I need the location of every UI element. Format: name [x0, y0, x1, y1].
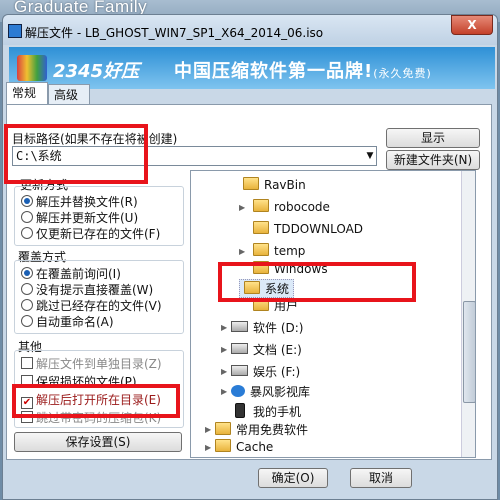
- tree-item[interactable]: Cache: [215, 439, 273, 454]
- update-option-label: 解压并更新文件(U): [36, 211, 139, 225]
- cancel-button[interactable]: 取消: [350, 468, 412, 488]
- radio-icon: [21, 283, 33, 295]
- overwrite-option[interactable]: 自动重命名(A): [21, 313, 114, 330]
- tree-item-label: 娱乐 (F:): [253, 365, 301, 379]
- overwrite-option-label: 在覆盖前询问(I): [36, 267, 121, 281]
- expand-arrow-icon[interactable]: ▶: [239, 203, 247, 212]
- tree-item[interactable]: 娱乐 (F:): [231, 363, 300, 380]
- chevron-down-icon[interactable]: ▼: [364, 146, 376, 166]
- folder-icon: [215, 439, 231, 452]
- tree-item[interactable]: 文档 (E:): [231, 341, 302, 358]
- tab-general[interactable]: 常规: [6, 82, 48, 105]
- radio-icon: [21, 315, 33, 327]
- ok-button[interactable]: 确定(O): [258, 468, 328, 488]
- expand-arrow-icon[interactable]: ▶: [205, 425, 213, 434]
- archive-logo-icon: [17, 55, 47, 81]
- new-folder-button[interactable]: 新建文件夹(N): [386, 150, 480, 170]
- drive-icon: [231, 365, 248, 376]
- overwrite-option[interactable]: 没有提示直接覆盖(W): [21, 281, 153, 298]
- tree-item[interactable]: 我的手机: [235, 403, 301, 420]
- brand-logo-text: 2345好压: [53, 61, 140, 82]
- tree-scrollbar[interactable]: [461, 171, 475, 457]
- tree-item[interactable]: RavBin: [243, 177, 306, 192]
- folder-icon: [253, 243, 269, 256]
- title-bar: 解压文件 - LB_GHOST_WIN7_SP1_X64_2014_06.iso…: [3, 15, 497, 45]
- drive-icon: [231, 343, 248, 354]
- tree-item[interactable]: robocode: [253, 199, 330, 214]
- overwrite-option[interactable]: 跳过已经存在的文件(V): [21, 297, 162, 314]
- slogan-text: 中国压缩软件第一品牌!: [174, 61, 374, 82]
- tree-item[interactable]: 软件 (D:): [231, 319, 303, 336]
- tab-advanced[interactable]: 高级: [48, 84, 90, 105]
- slogan-note: (永久免费): [373, 67, 432, 80]
- tree-item-label: 我的手机: [253, 405, 302, 419]
- highlight-box-option: [12, 384, 180, 418]
- expand-arrow-icon[interactable]: ▶: [221, 387, 229, 396]
- radio-icon: [21, 211, 33, 223]
- misc-option-separate-folder[interactable]: 解压文件到单独目录(Z): [21, 355, 162, 372]
- overwrite-option-label: 跳过已经存在的文件(V): [36, 299, 162, 313]
- tree-item[interactable]: TDDOWNLOAD: [253, 221, 363, 236]
- expand-arrow-icon[interactable]: ▶: [239, 247, 247, 256]
- tree-item-label: 软件 (D:): [253, 321, 304, 335]
- phone-icon: [235, 403, 245, 418]
- highlight-box-path: [4, 124, 148, 184]
- video-library-icon: [231, 385, 245, 397]
- update-option-label: 解压并替换文件(R): [36, 195, 138, 209]
- expand-arrow-icon[interactable]: ▶: [205, 443, 213, 452]
- radio-icon: [21, 227, 33, 239]
- radio-icon: [21, 299, 33, 311]
- overwrite-option-label: 自动重命名(A): [36, 315, 114, 329]
- update-option[interactable]: 解压并更新文件(U): [21, 209, 138, 226]
- tree-item-label: robocode: [274, 200, 330, 214]
- radio-icon: [21, 267, 33, 279]
- show-button[interactable]: 显示: [386, 128, 480, 148]
- tree-item-label: TDDOWNLOAD: [274, 222, 364, 236]
- update-option[interactable]: 解压并替换文件(R): [21, 193, 138, 210]
- brand-slogan: 中国压缩软件第一品牌!(永久免费): [174, 57, 432, 83]
- checkbox-icon: [21, 357, 33, 369]
- close-button[interactable]: X: [451, 15, 493, 35]
- brand-banner: 2345好压 中国压缩软件第一品牌!(永久免费): [9, 47, 495, 89]
- folder-icon: [243, 177, 259, 190]
- tree-item-label: 暴风影视库: [250, 385, 311, 399]
- tree-item[interactable]: temp: [253, 243, 305, 258]
- tree-item[interactable]: 常用免费软件: [215, 421, 308, 438]
- radio-icon: [21, 195, 33, 207]
- drive-icon: [231, 321, 248, 332]
- misc-option-label: 解压文件到单独目录(Z): [36, 357, 162, 371]
- folder-icon: [253, 199, 269, 212]
- expand-arrow-icon[interactable]: ▶: [221, 323, 229, 332]
- tree-item-label: RavBin: [264, 178, 306, 192]
- expand-arrow-icon[interactable]: ▶: [221, 345, 229, 354]
- overwrite-mode-group: 在覆盖前询问(I) 没有提示直接覆盖(W) 跳过已经存在的文件(V) 自动重命名…: [14, 260, 184, 334]
- update-option-label: 仅更新已存在的文件(F): [36, 227, 161, 241]
- folder-tree[interactable]: RavBin ▶ robocode TDDOWNLOAD ▶ temp Wind…: [190, 170, 476, 458]
- tree-item[interactable]: 暴风影视库: [231, 383, 310, 400]
- app-icon: [8, 24, 22, 38]
- expand-arrow-icon[interactable]: ▶: [221, 367, 229, 376]
- highlight-box-folder: [218, 262, 416, 302]
- save-settings-button[interactable]: 保存设置(S): [14, 432, 182, 452]
- update-option[interactable]: 仅更新已存在的文件(F): [21, 225, 160, 242]
- folder-icon: [253, 221, 269, 234]
- folder-icon: [215, 422, 231, 435]
- update-mode-group: 解压并替换文件(R) 解压并更新文件(U) 仅更新已存在的文件(F): [14, 186, 184, 246]
- scrollbar-thumb[interactable]: [463, 301, 475, 403]
- tree-item-label: 常用免费软件: [236, 423, 309, 437]
- tree-item-label: Cache: [236, 440, 274, 454]
- tree-item-label: temp: [274, 244, 306, 258]
- tree-item-label: 文档 (E:): [253, 343, 302, 357]
- overwrite-option[interactable]: 在覆盖前询问(I): [21, 265, 121, 282]
- window-title: 解压文件 - LB_GHOST_WIN7_SP1_X64_2014_06.iso: [25, 26, 324, 40]
- overwrite-option-label: 没有提示直接覆盖(W): [36, 283, 154, 297]
